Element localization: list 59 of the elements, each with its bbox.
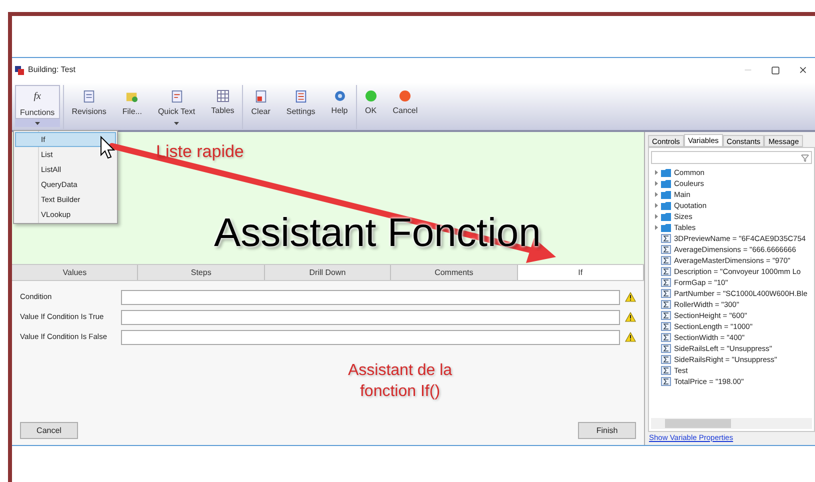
horizontal-scrollbar[interactable] (651, 418, 812, 429)
sigma-icon (661, 322, 671, 331)
annotation-label: Liste rapide (156, 141, 244, 163)
sigma-icon (661, 245, 671, 254)
input-field[interactable] (121, 330, 620, 344)
document-icon (83, 90, 96, 103)
sigma-icon (661, 234, 671, 243)
ribbon-button[interactable]: OK (360, 85, 382, 119)
grid-icon (216, 90, 229, 102)
cancel-icon (399, 90, 412, 102)
maximize-icon[interactable] (771, 66, 780, 74)
ribbon-button[interactable]: Revisions (66, 85, 112, 119)
search-field[interactable] (651, 151, 812, 164)
sigma-icon (661, 344, 671, 353)
dropdown-caret[interactable] (15, 119, 60, 127)
function-icon: fx (34, 90, 41, 104)
close-icon[interactable] (798, 65, 808, 75)
ribbon-button[interactable]: Quick Text (152, 85, 200, 119)
ribbon-button[interactable]: Cancel (388, 85, 423, 119)
expander-icon[interactable] (654, 203, 659, 208)
warning-icon (625, 292, 636, 302)
form-button[interactable]: Cancel (20, 422, 78, 439)
window-title: Building: Test (28, 64, 76, 76)
form-button[interactable]: Finish (578, 422, 636, 439)
expander-icon[interactable] (654, 170, 659, 175)
sigma-icon (661, 267, 671, 276)
tab[interactable]: If (518, 265, 644, 280)
ribbon-button[interactable]: Settings (281, 85, 320, 119)
warning-icon (625, 312, 636, 322)
sigma-icon (661, 256, 671, 265)
sigma-icon (661, 366, 671, 375)
expander-icon[interactable] (654, 225, 659, 230)
help-icon (334, 90, 346, 102)
input-field[interactable] (121, 310, 620, 324)
annotation-caption: Assistant de la fonction If() (346, 361, 454, 402)
sigma-icon (661, 377, 671, 386)
sigma-icon (661, 289, 671, 298)
text-icon (170, 90, 183, 103)
sigma-icon (661, 311, 671, 320)
expander-icon[interactable] (654, 214, 659, 219)
ribbon-button[interactable]: Help (326, 85, 353, 119)
sigma-icon (661, 278, 671, 287)
sigma-icon (661, 355, 671, 364)
ribbon-button[interactable]: Clear (246, 85, 276, 119)
ok-icon (364, 90, 377, 102)
app-icon (15, 66, 24, 74)
expander-icon[interactable] (654, 192, 659, 197)
expander-icon[interactable] (654, 181, 659, 186)
warning-icon (625, 332, 636, 342)
sigma-icon (661, 300, 671, 309)
ribbon-button[interactable]: File... (117, 85, 147, 119)
filter-icon[interactable] (801, 154, 809, 162)
ribbon-button[interactable]: Tables (206, 85, 240, 119)
cursor-icon (100, 136, 116, 159)
ribbon-button[interactable]: fx Functions (15, 85, 60, 119)
checklist-icon (294, 90, 307, 103)
input-field[interactable] (121, 290, 620, 304)
sigma-icon (661, 333, 671, 342)
folder-icon (125, 90, 140, 103)
